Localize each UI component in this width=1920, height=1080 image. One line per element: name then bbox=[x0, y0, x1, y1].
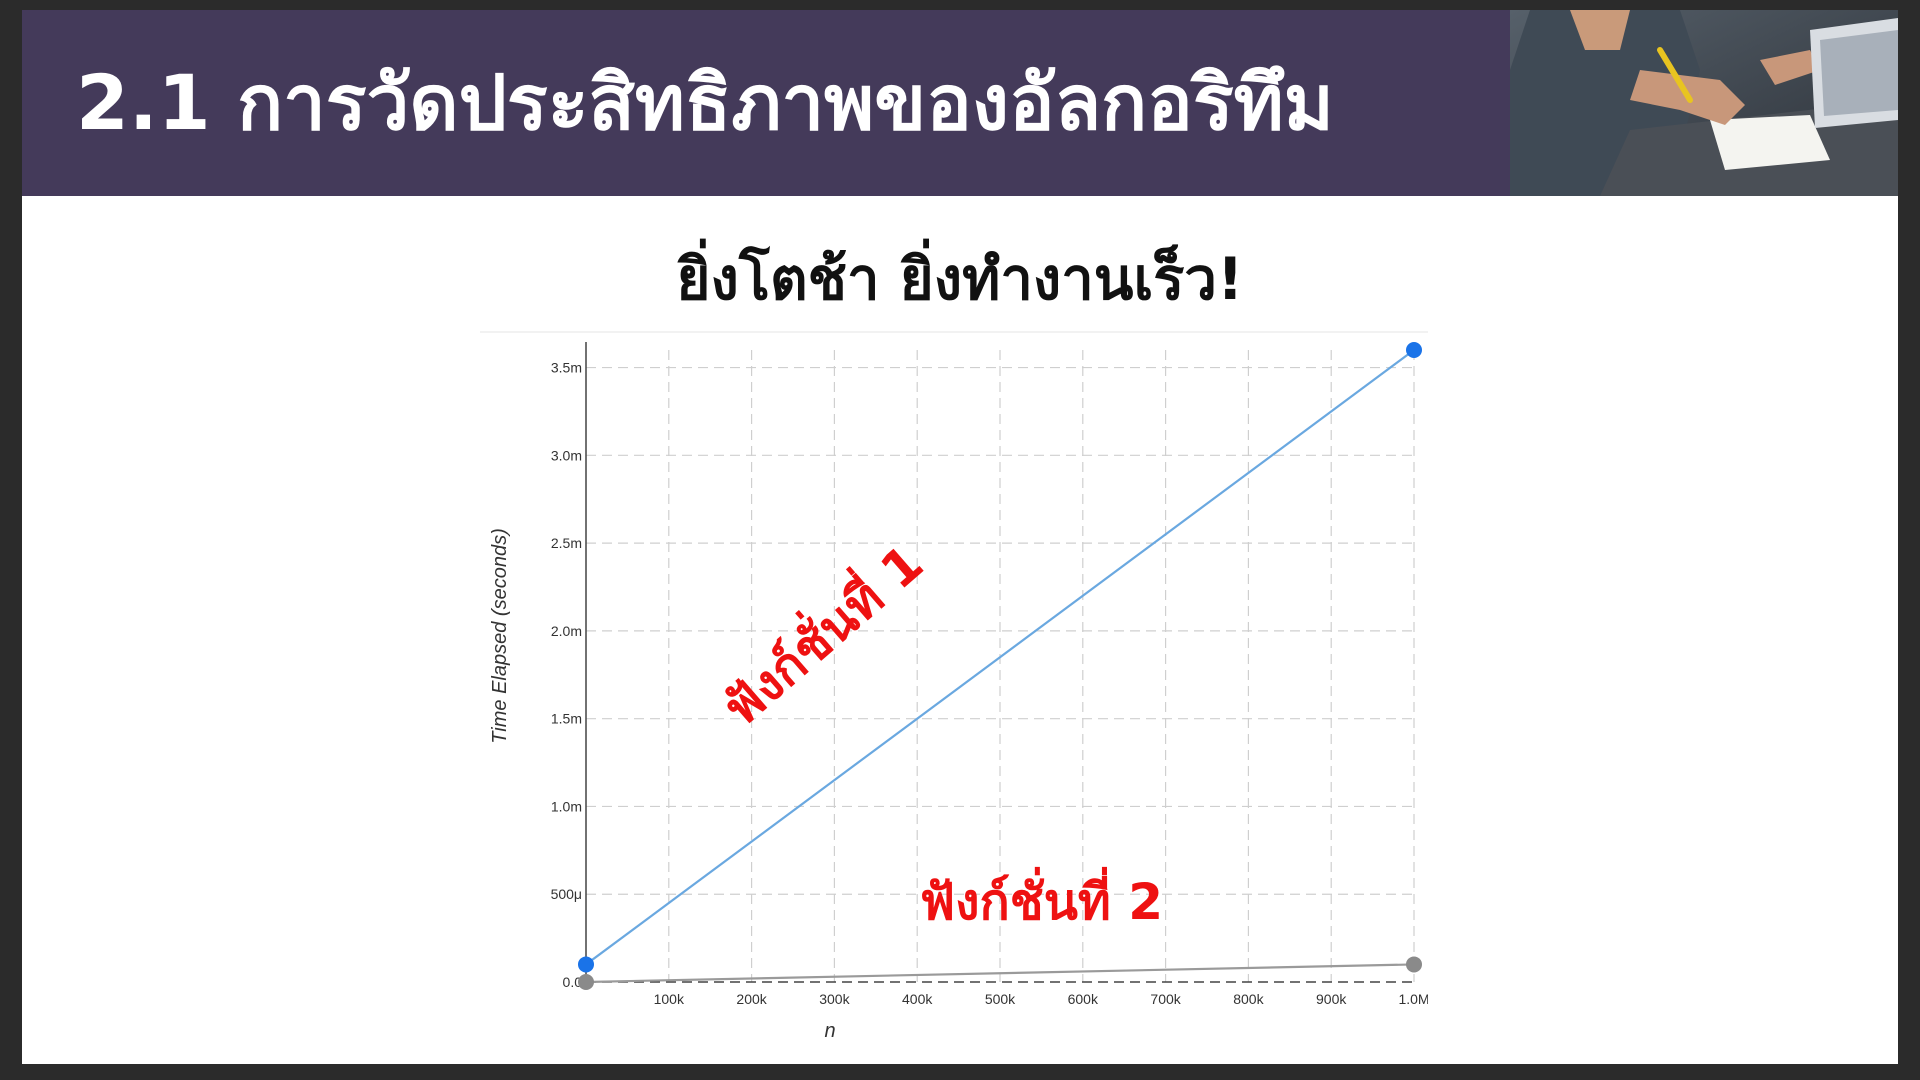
series-annotation-label: ฟังก์ชั่นที่ 1 bbox=[708, 529, 934, 737]
series-point bbox=[1406, 342, 1422, 358]
x-tick-label: 1.0M bbox=[1398, 991, 1428, 1007]
x-tick-label: 900k bbox=[1316, 991, 1347, 1007]
y-tick-label: 3.0m bbox=[551, 447, 582, 463]
y-tick-label: 500μ bbox=[551, 886, 582, 902]
x-tick-label: 800k bbox=[1233, 991, 1264, 1007]
series-point bbox=[578, 956, 594, 973]
line-chart: 100k 200k 300k 400k 500k 600k 700k 800k 900k 1.0M… bbox=[458, 320, 1428, 1050]
y-tick-label: 2.0m bbox=[551, 623, 582, 639]
series-point bbox=[1406, 956, 1422, 973]
x-tick-label: 400k bbox=[902, 991, 933, 1007]
x-axis-title: n bbox=[824, 1020, 835, 1042]
slide-title: 2.1 การวัดประสิทธิภาพของอัลกอริทึม bbox=[76, 58, 1334, 147]
slide: 2.1 การวัดประสิทธิภาพของอัลกอริทึม ยิ่งโ… bbox=[22, 10, 1898, 1064]
y-tick-label: 1.0m bbox=[551, 798, 582, 814]
x-tick-label: 700k bbox=[1150, 991, 1181, 1007]
chart-svg: 100k 200k 300k 400k 500k 600k 700k 800k 900k 1.0M… bbox=[480, 331, 1428, 1042]
x-tick-label: 200k bbox=[736, 991, 767, 1007]
y-tick-label: 3.5m bbox=[551, 360, 582, 376]
slide-subtitle: ยิ่งโตช้า ยิ่งทำงานเร็ว! bbox=[676, 245, 1244, 313]
series-point bbox=[578, 974, 594, 990]
y-axis-title: Time Elapsed (seconds) bbox=[489, 528, 511, 743]
title-bar: 2.1 การวัดประสิทธิภาพของอัลกอริทึม bbox=[22, 10, 1510, 196]
y-tick-label: 2.5m bbox=[551, 535, 582, 551]
person-writing-at-desk-photo bbox=[1510, 10, 1898, 196]
series-annotation-label: ฟังก์ชั่นที่ 2 bbox=[920, 867, 1163, 931]
x-tick-label: 100k bbox=[654, 991, 685, 1007]
y-tick-label: 1.5m bbox=[551, 711, 582, 727]
x-tick-label: 500k bbox=[985, 991, 1016, 1007]
x-tick-label: 300k bbox=[819, 991, 850, 1007]
x-tick-label: 600k bbox=[1068, 991, 1099, 1007]
